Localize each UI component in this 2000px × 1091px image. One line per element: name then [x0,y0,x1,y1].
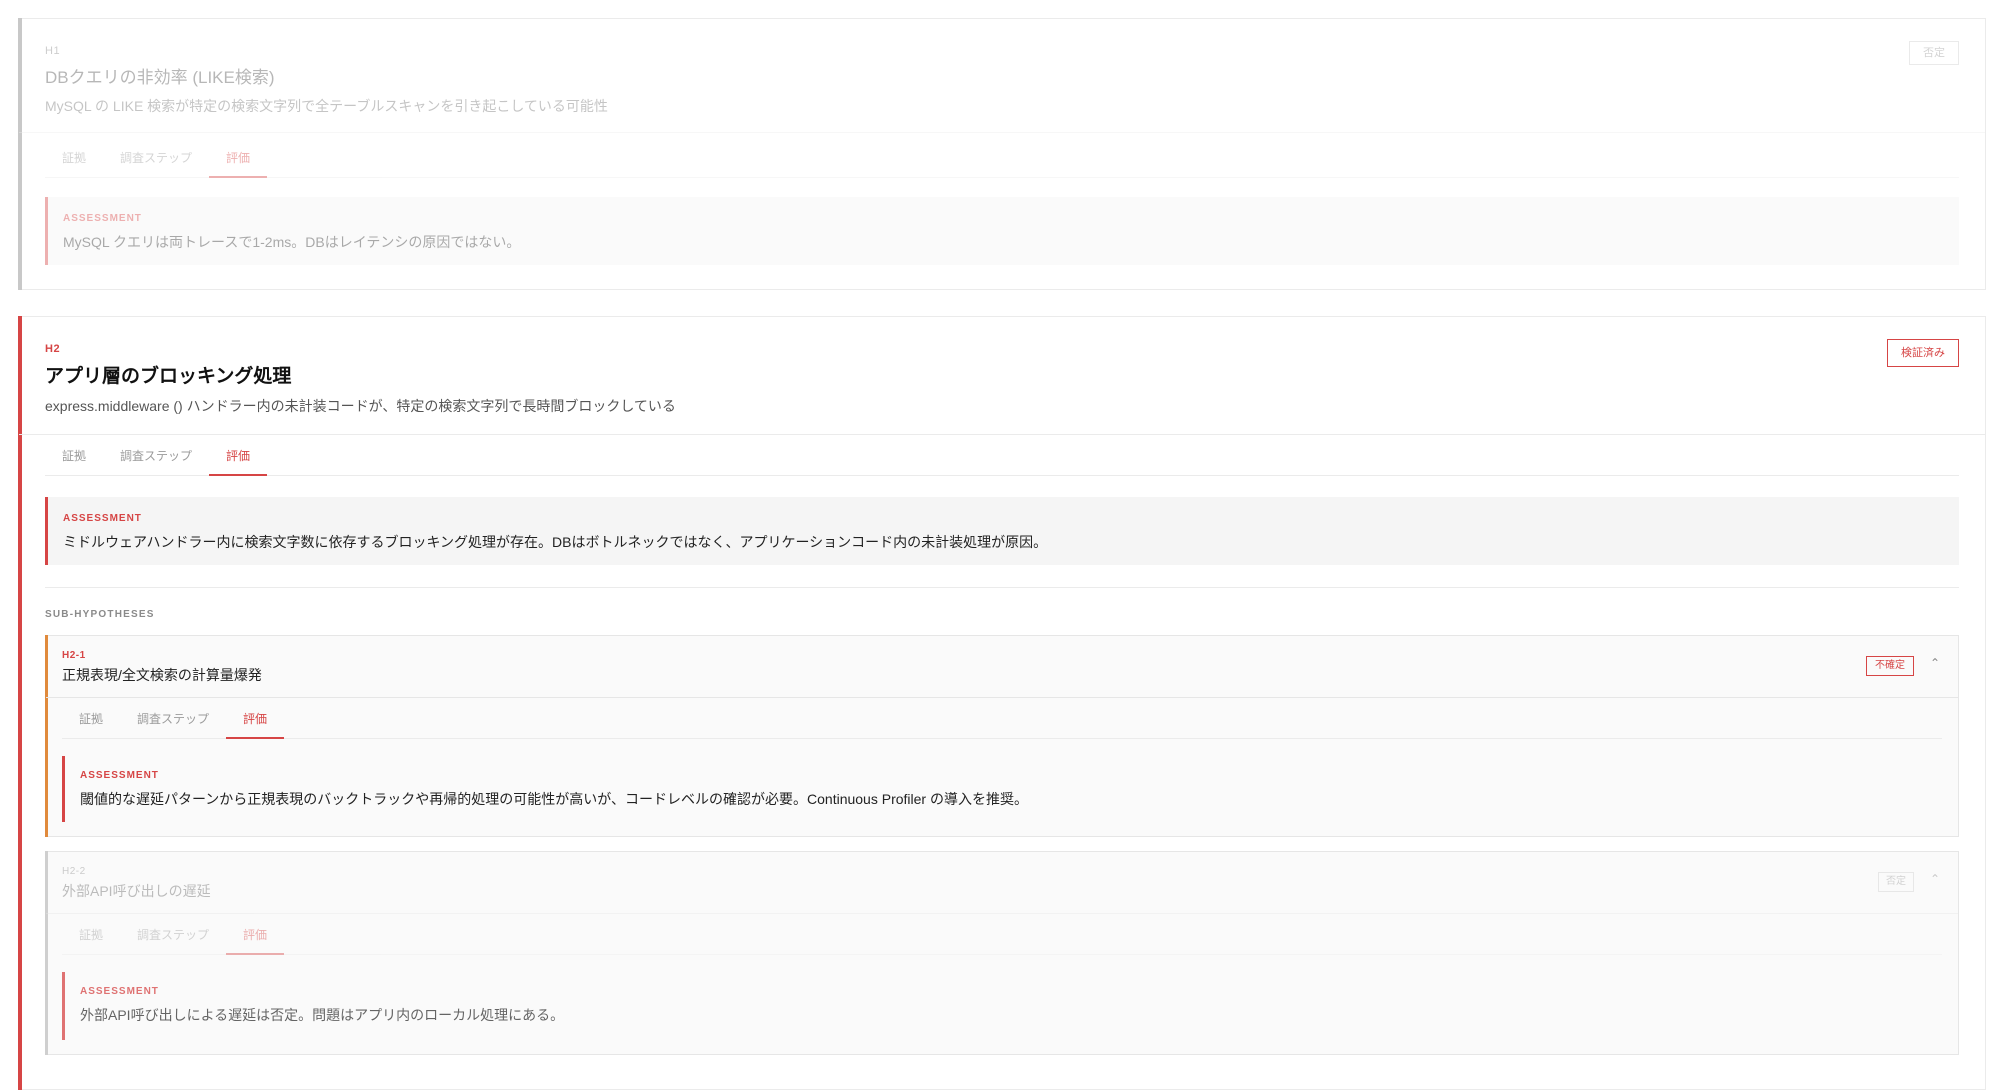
hypothesis-id: H2 [45,343,61,355]
h2-1-header[interactable]: H2-1 正規表現/全文検索の計算量爆発 不確定 ⌃ [46,636,1958,698]
h2-2-tabs: 証拠 調査ステップ 評価 [62,914,1942,955]
h1-header[interactable]: H1 DBクエリの非効率 (LIKE検索) MySQL の LIKE 検索が特定… [19,19,1985,133]
assessment-text: 閾値的な遅延パターンから正規表現のバックトラックや再帰的処理の可能性が高いが、コ… [80,791,1028,807]
h1-tabs: 証拠 調査ステップ 評価 [45,137,1959,178]
h1-assessment-box: ASSESSMENT MySQL クエリは両トレースで1-2ms。DBはレイテン… [45,197,1959,265]
status-badge: 不確定 [1866,656,1914,676]
sub-hypothesis-card-h2-1: H2-1 正規表現/全文検索の計算量爆発 不確定 ⌃ 証拠 調査ステップ 評価 … [45,635,1959,837]
tab-investigation-steps[interactable]: 調査ステップ [120,914,226,954]
hypothesis-id: H2-2 [62,866,86,877]
h2-1-tabs: 証拠 調査ステップ 評価 [62,698,1942,739]
assessment-label: ASSESSMENT [63,213,142,224]
h2-assessment-box: ASSESSMENT ミドルウェアハンドラー内に検索文字数に依存するブロッキング… [45,497,1959,565]
assessment-text: 外部API呼び出しによる遅延は否定。問題はアプリ内のローカル処理にある。 [80,1007,565,1023]
assessment-label: ASSESSMENT [63,513,142,524]
assessment-label: ASSESSMENT [80,986,159,997]
chevron-up-icon[interactable]: ⌃ [1930,872,1940,886]
hypothesis-title: 外部API呼び出しの遅延 [62,883,211,899]
assessment-text: MySQL クエリは両トレースで1-2ms。DBはレイテンシの原因ではない。 [63,234,521,250]
hypothesis-id: H1 [45,45,61,57]
tab-investigation-steps[interactable]: 調査ステップ [120,698,226,738]
hypothesis-title: DBクエリの非効率 (LIKE検索) [45,68,275,87]
h2-2-header[interactable]: H2-2 外部API呼び出しの遅延 否定 ⌃ [46,852,1958,914]
status-badge: 否定 [1909,41,1959,65]
sub-hypotheses-label: SUB-HYPOTHESES [45,609,155,620]
hypothesis-description: MySQL の LIKE 検索が特定の検索文字列で全テーブルスキャンを引き起こし… [45,98,608,114]
tab-evidence[interactable]: 証拠 [62,698,120,738]
status-badge: 検証済み [1887,339,1959,367]
tab-evidence[interactable]: 証拠 [62,914,120,954]
sub-hypothesis-card-h2-2: H2-2 外部API呼び出しの遅延 否定 ⌃ 証拠 調査ステップ 評価 ASSE… [45,851,1959,1055]
chevron-up-icon[interactable]: ⌃ [1930,656,1940,670]
assessment-label: ASSESSMENT [80,770,159,781]
hypothesis-description: express.middleware () ハンドラー内の未計装コードが、特定の… [45,398,676,414]
h2-2-assessment-box: ASSESSMENT 外部API呼び出しによる遅延は否定。問題はアプリ内のローカ… [62,972,1942,1040]
tab-assessment[interactable]: 評価 [209,137,268,178]
h2-tabs: 証拠 調査ステップ 評価 [45,435,1959,476]
tab-assessment[interactable]: 評価 [209,435,268,476]
assessment-text: ミドルウェアハンドラー内に検索文字数に依存するブロッキング処理が存在。DBはボト… [63,534,1048,550]
tab-evidence[interactable]: 証拠 [45,137,103,177]
tab-assessment[interactable]: 評価 [226,698,285,739]
tab-evidence[interactable]: 証拠 [45,435,103,475]
hypothesis-card-h2: H2 アプリ層のブロッキング処理 express.middleware () ハ… [18,316,1986,1090]
hypothesis-title: アプリ層のブロッキング処理 [45,366,292,387]
tab-investigation-steps[interactable]: 調査ステップ [103,137,209,177]
tab-investigation-steps[interactable]: 調査ステップ [103,435,209,475]
status-badge: 否定 [1878,872,1914,892]
section-divider [45,587,1959,588]
h2-header[interactable]: H2 アプリ層のブロッキング処理 express.middleware () ハ… [19,317,1985,435]
hypothesis-card-h1: H1 DBクエリの非効率 (LIKE検索) MySQL の LIKE 検索が特定… [18,18,1986,290]
hypothesis-id: H2-1 [62,650,86,661]
hypothesis-title: 正規表現/全文検索の計算量爆発 [62,667,262,683]
tab-assessment[interactable]: 評価 [226,914,285,955]
h2-1-assessment-box: ASSESSMENT 閾値的な遅延パターンから正規表現のバックトラックや再帰的処… [62,756,1942,822]
